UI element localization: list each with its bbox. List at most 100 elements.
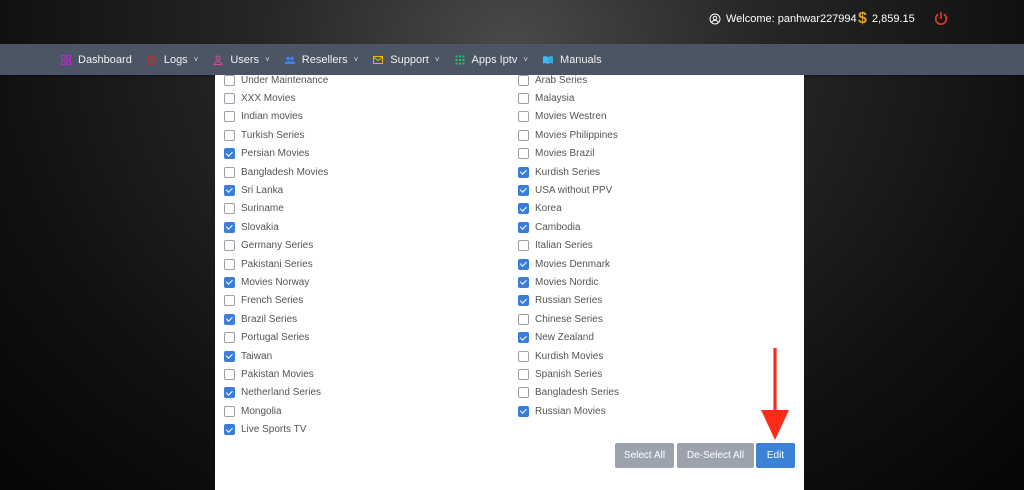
checkbox[interactable] [518, 148, 529, 160]
category-label: Korea [535, 203, 562, 215]
checkbox[interactable] [224, 387, 235, 399]
checkbox[interactable] [518, 258, 529, 270]
checkbox[interactable] [224, 92, 235, 104]
power-icon[interactable] [933, 11, 949, 27]
checkbox[interactable] [224, 424, 235, 436]
category-item[interactable]: New Zealand [518, 330, 594, 346]
checkbox[interactable] [518, 332, 529, 344]
category-item[interactable]: Spanish Series [518, 366, 602, 382]
nav-item-apps-iptv[interactable]: Apps Iptv ˅ [454, 54, 528, 66]
checkbox[interactable] [518, 111, 529, 123]
category-item[interactable]: Chinese Series [518, 311, 603, 327]
category-item[interactable]: Mongolia [224, 403, 282, 419]
category-item[interactable]: Persian Movies [224, 146, 309, 162]
checkbox[interactable] [224, 74, 235, 86]
welcome-user[interactable]: Welcome: panhwar227994 [709, 13, 857, 25]
balance: $ 2,859.15 [858, 11, 915, 27]
nav-item-support[interactable]: Support ˅ [372, 54, 440, 66]
red-arrow-annotation [761, 348, 789, 440]
checkbox[interactable] [518, 203, 529, 215]
checkbox[interactable] [518, 350, 529, 362]
category-item[interactable]: Live Sports TV [224, 422, 306, 438]
category-label: French Series [241, 295, 304, 307]
category-item[interactable]: Netherland Series [224, 385, 321, 401]
category-item[interactable]: Sri Lanka [224, 182, 283, 198]
category-item[interactable]: Malaysia [518, 90, 574, 106]
checkbox[interactable] [224, 276, 235, 288]
checkbox[interactable] [518, 221, 529, 233]
category-item[interactable]: Bangladesh Movies [224, 164, 328, 180]
category-item[interactable]: Taiwan [224, 348, 272, 364]
checkbox[interactable] [518, 276, 529, 288]
category-item[interactable]: Movies Brazil [518, 146, 594, 162]
category-item[interactable]: Bangladesh Series [518, 385, 619, 401]
checkbox[interactable] [518, 240, 529, 252]
category-item[interactable]: Italian Series [518, 238, 593, 254]
checkbox[interactable] [518, 166, 529, 178]
nav-item-logs[interactable]: Logs ˅ [146, 53, 198, 66]
category-item[interactable]: Movies Denmark [518, 256, 610, 272]
category-label: USA without PPV [535, 184, 613, 196]
checkbox[interactable] [224, 240, 235, 252]
category-item[interactable]: Arab Series [518, 72, 587, 88]
category-item[interactable]: Suriname [224, 201, 284, 217]
checkbox[interactable] [224, 313, 235, 325]
nav-item-dashboard[interactable]: Dashboard [60, 54, 132, 66]
main-nav: Dashboard Logs ˅ Users ˅ Resellers ˅ Support ˅ Ap… [0, 44, 1024, 75]
category-item[interactable]: Pakistani Series [224, 256, 313, 272]
checkbox[interactable] [224, 129, 235, 141]
category-item[interactable]: Brazil Series [224, 311, 297, 327]
checkbox[interactable] [518, 92, 529, 104]
checkbox[interactable] [518, 74, 529, 86]
checkbox[interactable] [518, 295, 529, 307]
nav-item-users[interactable]: Users ˅ [212, 54, 270, 66]
nav-item-resellers[interactable]: Resellers ˅ [284, 54, 358, 66]
edit-button[interactable]: Edit [756, 443, 795, 468]
checkbox[interactable] [518, 129, 529, 141]
category-item[interactable]: Movies Nordic [518, 274, 598, 290]
category-item[interactable]: Germany Series [224, 238, 313, 254]
category-item[interactable]: USA without PPV [518, 182, 612, 198]
category-item[interactable]: Slovakia [224, 219, 279, 235]
category-item[interactable]: XXX Movies [224, 90, 295, 106]
category-item[interactable]: Movies Norway [224, 274, 309, 290]
checkbox[interactable] [224, 203, 235, 215]
checkbox[interactable] [224, 368, 235, 380]
checkbox[interactable] [518, 313, 529, 325]
category-item[interactable]: French Series [224, 293, 303, 309]
checkbox[interactable] [224, 295, 235, 307]
category-item[interactable]: Indian movies [224, 109, 303, 125]
checkbox[interactable] [224, 111, 235, 123]
category-item[interactable]: Russian Series [518, 293, 602, 309]
checkbox[interactable] [224, 405, 235, 417]
checkbox[interactable] [224, 258, 235, 270]
category-item[interactable]: Turkish Series [224, 127, 305, 143]
category-label: Persian Movies [241, 148, 310, 160]
category-item[interactable]: Kurdish Movies [518, 348, 603, 364]
checkbox[interactable] [224, 350, 235, 362]
checkbox[interactable] [518, 184, 529, 196]
checkbox[interactable] [224, 166, 235, 178]
checkbox[interactable] [224, 148, 235, 160]
category-item[interactable]: Portugal Series [224, 330, 309, 346]
checkbox[interactable] [518, 387, 529, 399]
nav-label: Logs [163, 53, 188, 66]
category-item[interactable]: Movies Westren [518, 109, 607, 125]
category-item[interactable]: Under Maintenance [224, 72, 328, 88]
category-label: Movies Norway [241, 276, 310, 288]
checkbox[interactable] [518, 368, 529, 380]
category-label: Cambodia [535, 221, 581, 233]
category-item[interactable]: Korea [518, 201, 562, 217]
checkbox[interactable] [224, 221, 235, 233]
nav-item-manuals[interactable]: Manuals [542, 54, 602, 66]
checkbox[interactable] [224, 332, 235, 344]
select-all-button[interactable]: Select All [615, 443, 674, 468]
category-item[interactable]: Movies Philippines [518, 127, 618, 143]
checkbox[interactable] [518, 405, 529, 417]
category-item[interactable]: Cambodia [518, 219, 581, 235]
deselect-all-button[interactable]: De-Select All [677, 443, 754, 468]
category-item[interactable]: Pakistan Movies [224, 366, 314, 382]
category-item[interactable]: Kurdish Series [518, 164, 600, 180]
category-item[interactable]: Russian Movies [518, 403, 606, 419]
checkbox[interactable] [224, 184, 235, 196]
